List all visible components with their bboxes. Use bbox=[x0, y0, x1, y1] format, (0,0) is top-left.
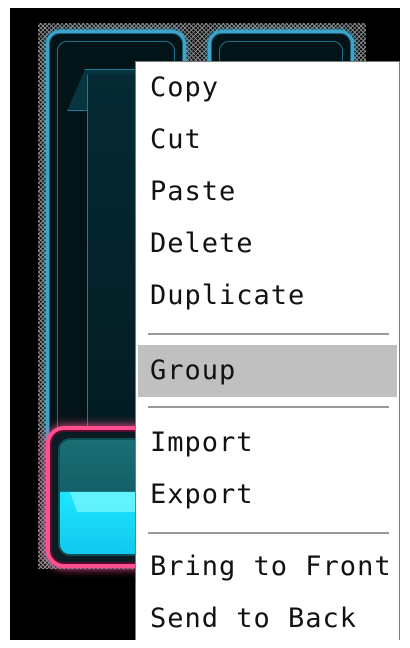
menu-separator bbox=[148, 333, 389, 335]
context-menu: Copy Cut Paste Delete Duplicate Group Im… bbox=[135, 61, 400, 640]
menu-item-delete[interactable]: Delete bbox=[138, 218, 397, 270]
menu-item-paste[interactable]: Paste bbox=[138, 166, 397, 218]
menu-item-send-to-back[interactable]: Send to Back bbox=[138, 593, 397, 640]
menu-item-bring-to-front[interactable]: Bring to Front bbox=[138, 541, 397, 593]
menu-separator bbox=[148, 406, 389, 408]
menu-item-duplicate[interactable]: Duplicate bbox=[138, 270, 397, 322]
editor-canvas[interactable]: Copy Cut Paste Delete Duplicate Group Im… bbox=[10, 8, 400, 640]
menu-item-cut[interactable]: Cut bbox=[138, 114, 397, 166]
menu-item-export[interactable]: Export bbox=[138, 469, 397, 521]
menu-item-group[interactable]: Group bbox=[138, 345, 397, 397]
menu-separator bbox=[148, 532, 389, 534]
menu-item-copy[interactable]: Copy bbox=[138, 62, 397, 114]
menu-item-import[interactable]: Import bbox=[138, 417, 397, 469]
